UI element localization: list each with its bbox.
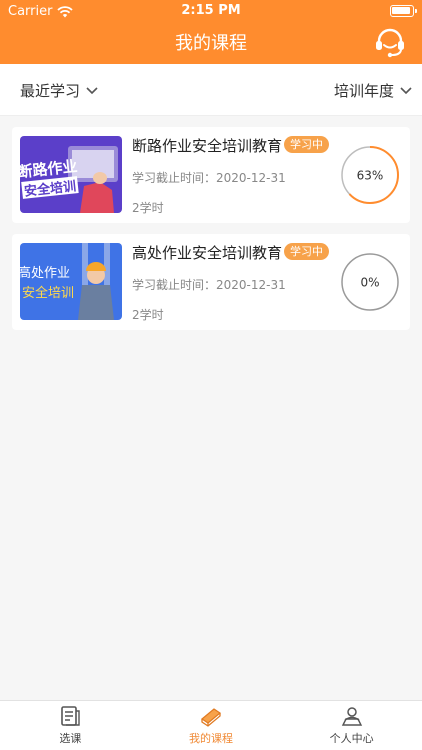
chevron-down-icon [400, 86, 412, 94]
book-icon [200, 708, 222, 727]
course-deadline: 学习截止时间：2020-12-31 [132, 278, 286, 292]
tab-label: 我的课程 [189, 732, 233, 745]
status-badge: 学习中 [284, 136, 329, 153]
document-icon [61, 706, 81, 726]
top-header: Carrier 2:15 PM 我的课程 [0, 0, 422, 64]
battery-icon [390, 5, 417, 17]
headset-icon[interactable] [372, 24, 408, 60]
progress-label: 63% [357, 169, 384, 183]
page-title: 我的课程 [175, 33, 247, 54]
tab-personal-center[interactable]: 个人中心 [281, 701, 422, 750]
user-icon [341, 707, 362, 726]
training-year-filter[interactable]: 培训年度 [334, 80, 412, 101]
training-year-label: 培训年度 [333, 82, 394, 100]
chevron-down-icon [86, 86, 98, 94]
progress-ring: 63% [341, 146, 399, 204]
status-bar: Carrier 2:15 PM [0, 0, 422, 22]
tab-label: 选课 [59, 732, 82, 745]
course-card[interactable]: 高处作业 安全培训 高处作业安全培训教育 学习中 学习截止时间：2020-12-… [12, 234, 410, 330]
filter-bar: 最近学习 培训年度 [0, 64, 422, 116]
progress-ring: 0% [341, 253, 399, 311]
course-thumbnail: 断路作业 安全培训 [20, 136, 122, 213]
course-thumbnail: 高处作业 安全培训 [20, 243, 122, 320]
bottom-tab-bar: 选课 我的课程 个人中心 [0, 700, 422, 750]
thumbnail-text-line2: 安全培训 [22, 285, 74, 301]
tab-my-courses[interactable]: 我的课程 [141, 701, 282, 750]
course-card[interactable]: 断路作业 安全培训 断路作业安全培训教育 学习中 学习截止时间：2020-12-… [12, 127, 410, 223]
tab-label: 个人中心 [329, 732, 374, 745]
tab-select-course[interactable]: 选课 [0, 701, 141, 750]
status-badge: 学习中 [284, 243, 329, 260]
course-hours: 2学时 [132, 308, 164, 322]
course-hours: 2学时 [132, 201, 164, 215]
progress-label: 0% [360, 276, 379, 290]
course-title: 断路作业安全培训教育 [132, 137, 283, 155]
recent-study-filter[interactable]: 最近学习 [20, 80, 98, 101]
recent-study-label: 最近学习 [20, 82, 81, 100]
thumbnail-text-line1: 高处作业 [20, 265, 70, 281]
course-deadline: 学习截止时间：2020-12-31 [132, 171, 286, 185]
clock: 2:15 PM [181, 3, 241, 18]
course-title: 高处作业安全培训教育 [132, 244, 283, 262]
